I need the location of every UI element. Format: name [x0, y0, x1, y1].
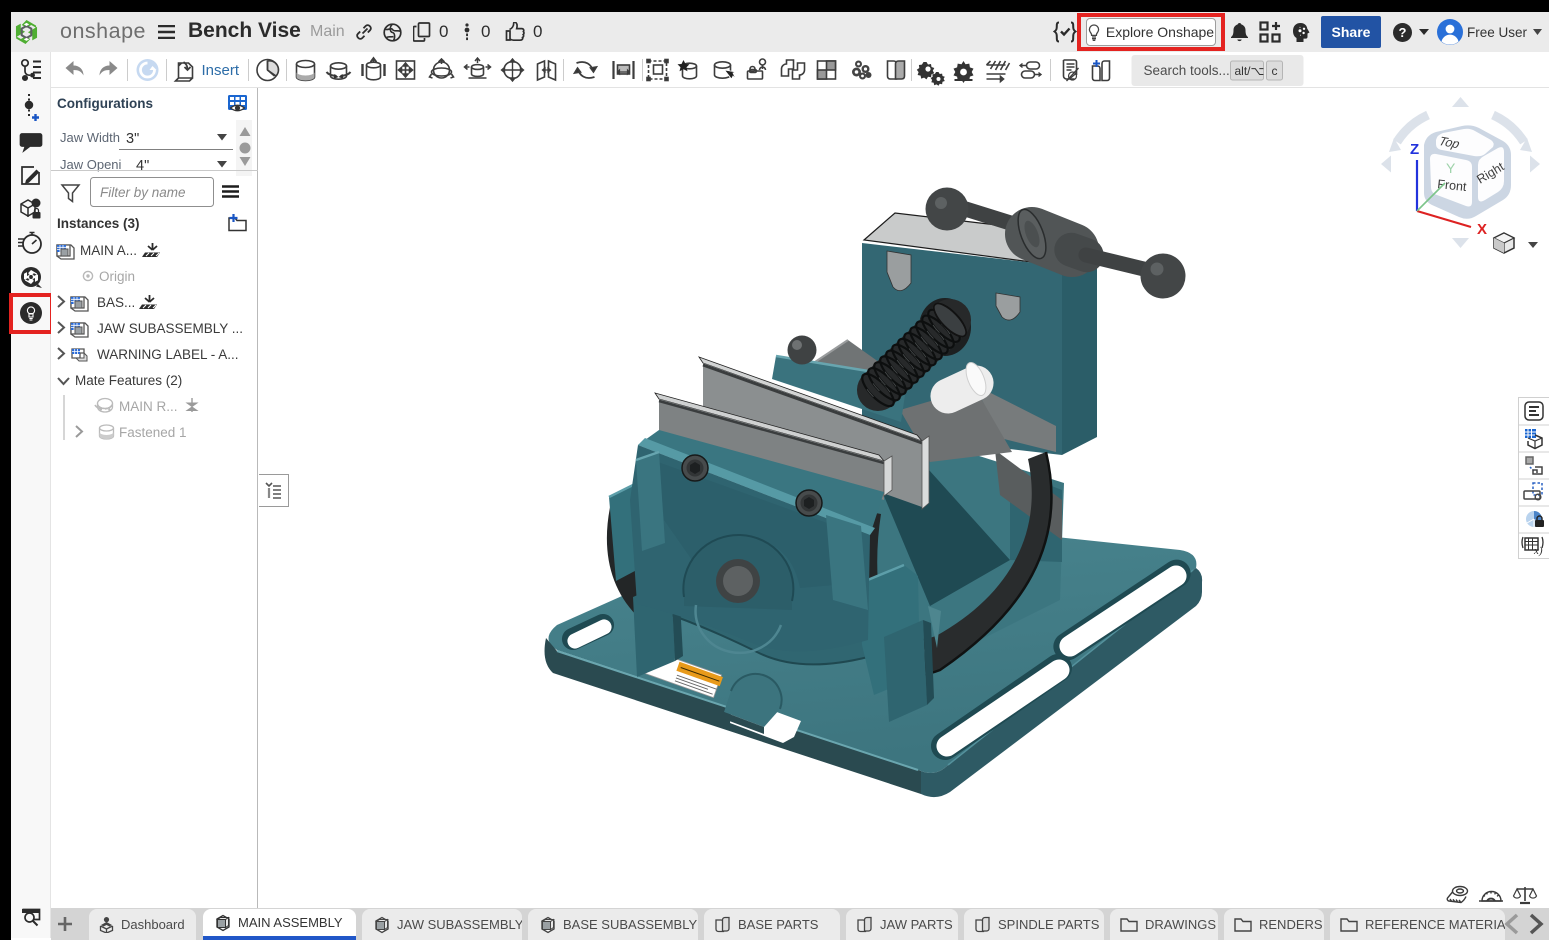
svg-text:Fastened 1: Fastened 1: [119, 425, 187, 440]
svg-text:Jaw Openi: Jaw Openi: [60, 157, 122, 172]
svg-text:JAW SUBASSEMBLY ...: JAW SUBASSEMBLY ...: [97, 321, 243, 336]
svg-text:WARNING LABEL - A...: WARNING LABEL - A...: [97, 347, 239, 362]
svg-text:alt/⌥: alt/⌥: [1235, 64, 1265, 78]
svg-text:Z: Z: [1410, 141, 1419, 158]
svg-text:Configurations: Configurations: [57, 96, 153, 111]
svg-text:c: c: [1272, 64, 1278, 78]
svg-text:X: X: [1477, 221, 1487, 238]
svg-text:Jaw Width: Jaw Width: [60, 130, 120, 145]
svg-text:?: ?: [1399, 25, 1407, 40]
svg-text:Y: Y: [1446, 160, 1456, 176]
svg-text:Origin: Origin: [99, 269, 135, 284]
svg-text:4": 4": [136, 158, 149, 174]
svg-text:Filter by name: Filter by name: [100, 185, 186, 200]
svg-text:3": 3": [126, 131, 139, 147]
svg-text:Insert: Insert: [202, 62, 240, 79]
svg-text:Instances (3): Instances (3): [57, 216, 140, 231]
svg-text:MAIN R...: MAIN R...: [119, 399, 178, 414]
svg-text:Search tools...: Search tools...: [1144, 63, 1230, 78]
svg-text:x): x): [1533, 545, 1543, 557]
svg-text:MAIN A...: MAIN A...: [80, 243, 137, 258]
svg-text:Mate Features (2): Mate Features (2): [75, 373, 182, 388]
svg-text:BAS...: BAS...: [97, 295, 135, 310]
svg-text:?: ?: [34, 201, 38, 208]
